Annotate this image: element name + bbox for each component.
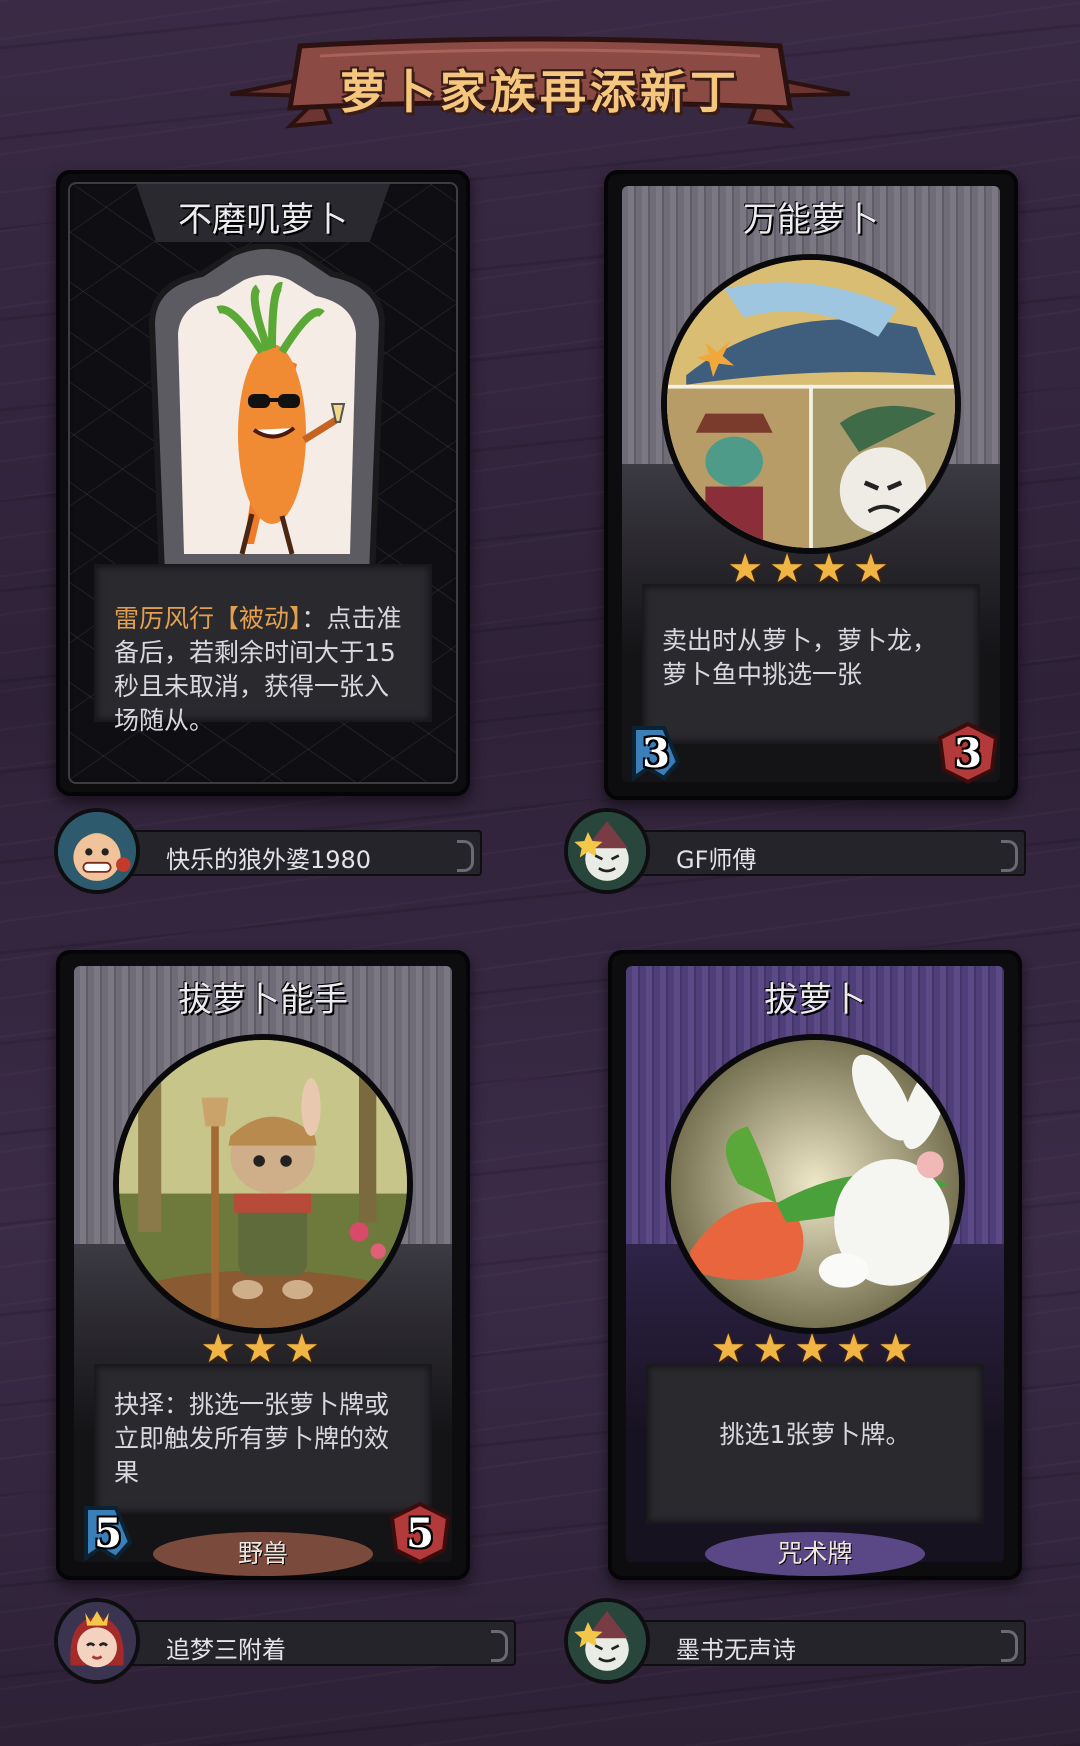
- rabbit-pulling-carrot-icon: [671, 1040, 959, 1328]
- dragon-fish-carrot-collage-icon: [667, 260, 955, 548]
- attack-badge: 3: [936, 721, 1000, 785]
- attack-value: 5: [406, 1510, 434, 1557]
- author-name: 墨书无声诗: [676, 1636, 796, 1664]
- card-universal-carrot[interactable]: 万能萝卜 ★★★★ 卖出时从萝卜，萝卜龙，萝卜鱼中挑选一张 3 3: [604, 170, 1018, 800]
- card-portrait: [113, 1034, 413, 1334]
- author-plaque-2[interactable]: GF师傅: [564, 808, 1026, 894]
- card-carrot-pulling-expert[interactable]: 拔萝卜能手 ★★★ 抉择：挑选一张萝卜牌或立即触发所有萝卜牌的效果 5 5 野兽: [56, 950, 470, 1580]
- card-title: 不磨叽萝卜: [178, 200, 348, 240]
- card-type-tag: 咒术牌: [705, 1532, 925, 1576]
- card-not-dawdling-carrot[interactable]: 不磨叽萝卜 雷厉风行【被动】：点击准备后，若剩余时间大于15秒且未取消，获得一张…: [56, 170, 470, 796]
- card-title: 拔萝卜: [764, 980, 866, 1020]
- card-description-text: 卖出时从萝卜，萝卜龙，萝卜鱼中挑选一张: [662, 626, 938, 689]
- avatar[interactable]: [54, 1598, 140, 1684]
- card-description: 卖出时从萝卜，萝卜龙，萝卜鱼中挑选一张: [642, 584, 980, 744]
- attack-badge: 5: [388, 1501, 452, 1565]
- author-name: 追梦三附着: [166, 1636, 286, 1664]
- avatar[interactable]: [564, 1598, 650, 1684]
- author-plaque-3[interactable]: 追梦三附着: [54, 1598, 516, 1684]
- avatar-icon: [568, 812, 646, 890]
- avatar-icon: [568, 1602, 646, 1680]
- card-description: 抉择：挑选一张萝卜牌或立即触发所有萝卜牌的效果: [94, 1364, 432, 1514]
- author-plaque-1[interactable]: 快乐的狼外婆1980: [54, 808, 482, 894]
- card-description: 雷厉风行【被动】：点击准备后，若剩余时间大于15秒且未取消，获得一张入场随从。: [94, 564, 432, 735]
- author-name: GF师傅: [676, 846, 757, 874]
- card-description-text: 挑选1张萝卜牌。: [719, 1420, 911, 1449]
- cost-badge: 3: [628, 722, 684, 784]
- attack-value: 3: [954, 730, 982, 777]
- card-type-tag: 野兽: [153, 1532, 373, 1576]
- avatar[interactable]: [54, 808, 140, 894]
- cost-value: 5: [94, 1510, 122, 1557]
- card-portrait: [665, 1034, 965, 1334]
- cost-value: 3: [642, 730, 670, 777]
- card-keyword: 雷厉风行【被动】: [114, 604, 302, 633]
- avatar[interactable]: [564, 808, 650, 894]
- card-pull-carrot[interactable]: 拔萝卜 ★★★★★ 挑选1张萝卜牌。 咒术牌: [608, 950, 1022, 1580]
- carrot-mirror-portrait: [148, 244, 386, 574]
- author-plaque-4[interactable]: 墨书无声诗: [564, 1598, 1026, 1684]
- card-description: 挑选1张萝卜牌。: [646, 1364, 984, 1524]
- card-title: 万能萝卜: [743, 200, 879, 240]
- avatar-icon: [58, 1602, 136, 1680]
- banner-title: 萝卜家族再添新丁: [340, 65, 740, 119]
- card-description-text: 抉择：挑选一张萝卜牌或立即触发所有萝卜牌的效果: [114, 1390, 390, 1487]
- card-portrait: [661, 254, 961, 554]
- avatar-icon: [58, 812, 136, 890]
- author-name: 快乐的狼外婆1980: [166, 846, 372, 874]
- rabbit-farmer-icon: [119, 1040, 407, 1328]
- cost-badge: 5: [80, 1502, 136, 1564]
- title-banner: 萝卜家族再添新丁: [230, 36, 850, 136]
- card-title: 拔萝卜能手: [178, 980, 348, 1020]
